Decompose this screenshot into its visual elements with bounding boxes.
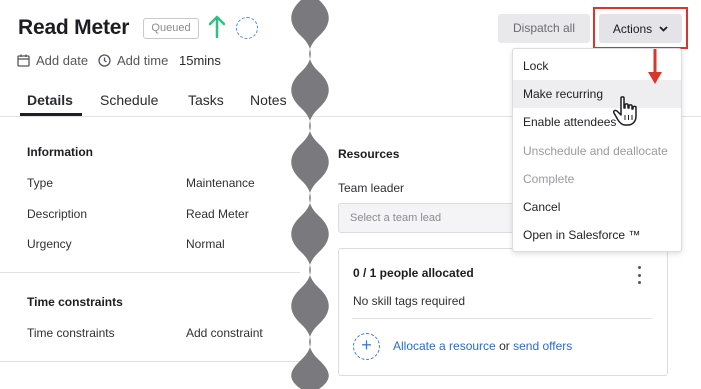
description-value: Read Meter [186, 207, 249, 221]
priority-up-arrow-icon [208, 15, 226, 39]
card-divider [352, 318, 652, 319]
hand-cursor-icon [613, 96, 637, 126]
send-offers-link[interactable]: send offers [513, 339, 572, 353]
type-value: Maintenance [186, 176, 255, 190]
assignee-placeholder-icon[interactable] [236, 17, 258, 39]
section-divider [0, 272, 300, 273]
allocation-links: Allocate a resource or send offers [393, 339, 572, 353]
allocation-count: 0 / 1 people allocated [353, 266, 474, 280]
menu-item-enable-attendees[interactable]: Enable attendees [513, 108, 681, 136]
type-label: Type [27, 176, 54, 190]
wavy-separator [291, 0, 329, 389]
actions-label: Actions [612, 21, 653, 36]
urgency-label: Urgency [27, 237, 72, 251]
allocate-resource-link[interactable]: Allocate a resource [393, 339, 496, 353]
more-options-icon[interactable] [634, 266, 644, 284]
menu-item-cancel[interactable]: Cancel [513, 193, 681, 221]
tab-details[interactable]: Details [27, 92, 73, 108]
team-leader-label: Team leader [338, 181, 405, 195]
page-title: Read Meter [18, 16, 130, 39]
add-constraint-button[interactable]: Add constraint [186, 326, 263, 340]
menu-item-open-salesforce[interactable]: Open in Salesforce ™ [513, 221, 681, 249]
add-date-label: Add date [36, 53, 89, 68]
tab-tasks[interactable]: Tasks [188, 92, 224, 108]
time-constraints-heading: Time constraints [27, 295, 123, 309]
information-heading: Information [27, 145, 93, 159]
time-constraints-label: Time constraints [27, 326, 115, 340]
add-resource-icon[interactable]: + [353, 333, 380, 360]
red-annotation-arrow-icon [648, 49, 662, 84]
calendar-icon [17, 54, 30, 67]
actions-button[interactable]: Actions [599, 14, 682, 43]
urgency-value: Normal [186, 237, 225, 251]
or-text: or [499, 339, 510, 353]
dispatch-all-button[interactable]: Dispatch all [498, 14, 590, 43]
add-date-button[interactable]: Add date [17, 53, 88, 68]
clock-icon [98, 54, 111, 67]
section-divider [0, 361, 300, 362]
tab-schedule[interactable]: Schedule [100, 92, 158, 108]
chevron-down-icon [659, 25, 668, 32]
duration-value: 15mins [179, 53, 221, 68]
status-badge: Queued [143, 18, 199, 39]
resources-heading: Resources [338, 147, 400, 161]
menu-item-unschedule-deallocate: Unschedule and deallocate [523, 144, 668, 158]
add-time-button[interactable]: Add time [98, 53, 168, 68]
skill-tags-text: No skill tags required [353, 294, 466, 308]
add-time-label: Add time [117, 53, 169, 68]
description-label: Description [27, 207, 88, 221]
tab-notes[interactable]: Notes [250, 92, 287, 108]
team-leader-select[interactable]: Select a team lead [338, 203, 538, 233]
menu-item-complete: Complete [523, 172, 575, 186]
